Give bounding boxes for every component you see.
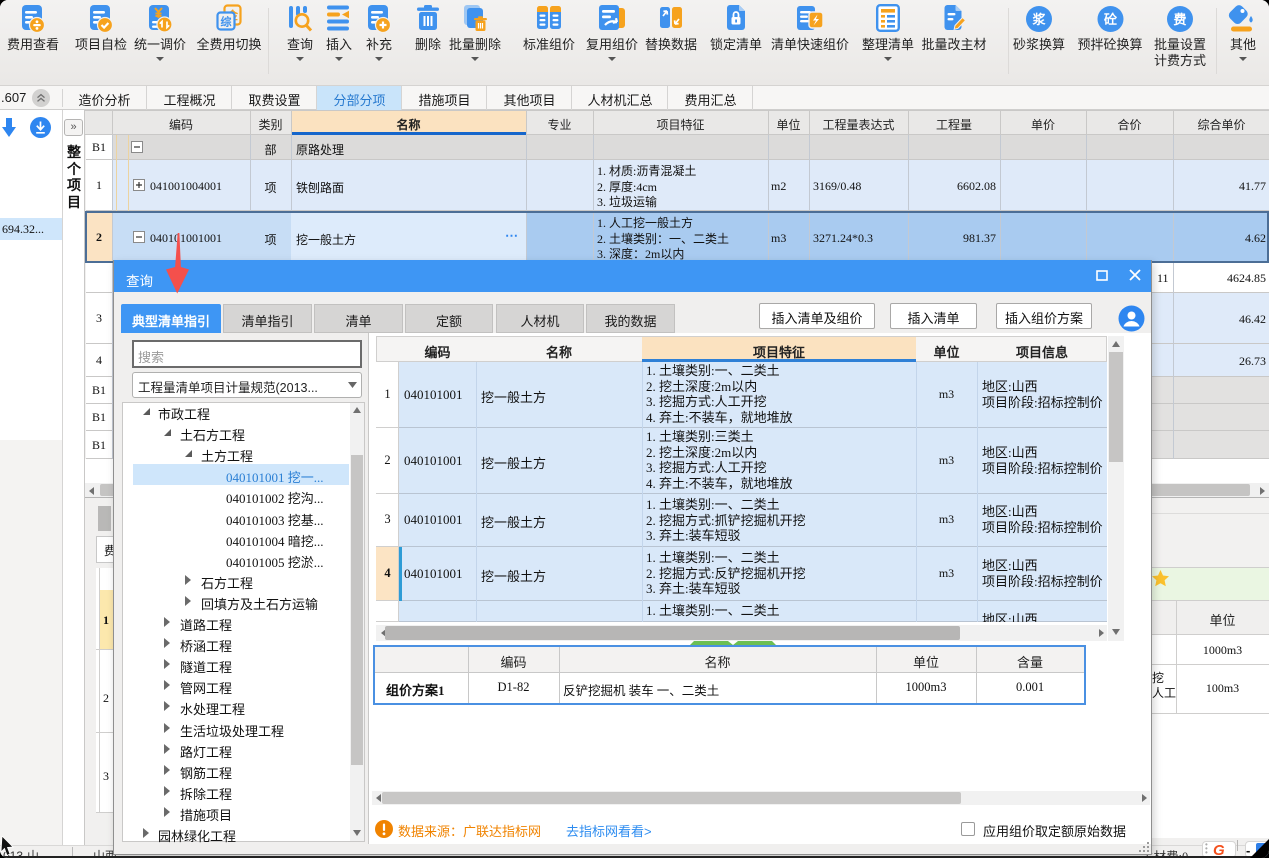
svg-text:砼: 砼 [1103, 12, 1117, 27]
svg-text:浆: 浆 [1031, 12, 1046, 27]
svg-text:费: 费 [1173, 12, 1186, 27]
svg-text:综: 综 [220, 15, 231, 29]
